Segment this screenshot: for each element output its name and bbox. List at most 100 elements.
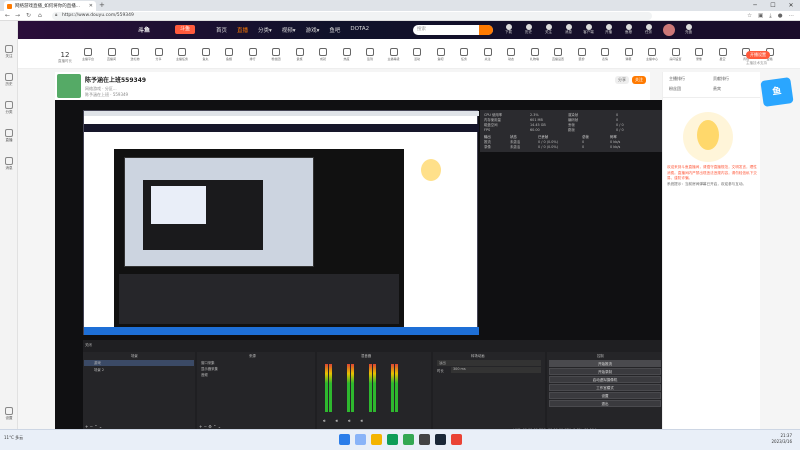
video-player[interactable]: CPU 使用率 2.3% 渲染帧 0 内存使用量 601 MB 编码帧 0 磁盘空间 14… <box>55 100 663 436</box>
shortcut-message[interactable]: 消息 <box>563 24 574 35</box>
follow-button[interactable]: 关注 <box>632 76 646 84</box>
source-item[interactable]: 音频 <box>201 372 208 377</box>
shortcut-recharge[interactable]: 充值 <box>683 24 694 35</box>
studio-mode-button[interactable]: 工作室模式 <box>549 384 661 391</box>
room-tool-item[interactable]: 直播设置 <box>550 48 566 61</box>
room-tool-item[interactable]: 主播中心 <box>644 48 660 61</box>
room-tool-item[interactable]: 主播等级 <box>386 48 402 61</box>
room-tool-item[interactable]: 送礼物 <box>127 48 143 61</box>
extensions-icon[interactable]: ▣ <box>758 12 763 20</box>
room-tool-item[interactable]: 热度 <box>339 48 355 61</box>
tab-fans[interactable]: 粉丝团 <box>669 86 681 92</box>
nav-video[interactable]: 视频▾ <box>282 26 296 34</box>
room-tool-item[interactable]: 贵族 <box>292 48 308 61</box>
obs-icon[interactable] <box>419 434 430 445</box>
home-icon[interactable]: ⌂ <box>38 12 42 19</box>
site-search-input[interactable]: 搜索 <box>413 25 493 35</box>
store-icon[interactable] <box>387 434 398 445</box>
download-icon[interactable]: ⤓ <box>769 12 771 20</box>
sidebar-item-category[interactable]: 分类 <box>0 101 18 115</box>
forward-icon[interactable]: → <box>15 12 20 19</box>
broadcast-settings-button[interactable]: 开播设置 <box>746 51 770 59</box>
menu-icon[interactable]: ⋯ <box>789 12 795 20</box>
nav-category[interactable]: 分类▾ <box>258 26 272 34</box>
room-tool-item[interactable]: 签到 <box>362 48 378 61</box>
star-icon[interactable]: ☆ <box>747 12 752 20</box>
maximize-button[interactable]: ☐ <box>764 0 782 11</box>
transition-select[interactable]: 淡出 <box>437 360 541 366</box>
browser-tab[interactable]: 网络游戏直播_如何将你的直播... ✕ <box>4 1 96 11</box>
new-tab-button[interactable]: + <box>99 1 105 9</box>
steam-icon[interactable] <box>435 434 446 445</box>
room-tool-item[interactable]: 分享 <box>151 48 167 61</box>
exit-button[interactable]: 退出 <box>549 400 661 407</box>
duration-input[interactable]: 300 ms <box>451 367 541 373</box>
room-tool-item[interactable]: 排行 <box>245 48 261 61</box>
sidebar-item-settings[interactable]: 设置 <box>0 407 18 421</box>
room-tool-item[interactable]: 直播间 <box>104 48 120 61</box>
site-logo[interactable]: 斗鱼 <box>138 25 150 34</box>
room-tool-item[interactable]: 表情 <box>597 48 613 61</box>
room-tool-item[interactable]: 弹幕 <box>621 48 637 61</box>
sidebar-item-live[interactable]: 直播 <box>0 129 18 143</box>
sidebar-item-message[interactable]: 消息 <box>0 157 18 171</box>
room-tool-item[interactable]: 关注 <box>480 48 496 61</box>
scene-item[interactable]: 场景 2 <box>84 367 194 373</box>
back-icon[interactable]: ← <box>5 12 10 19</box>
reload-icon[interactable]: ↻ <box>26 12 31 19</box>
room-tool-item[interactable]: 房间设置 <box>668 48 684 61</box>
file-explorer-icon[interactable] <box>371 434 382 445</box>
room-tool-item[interactable]: 主播任务 <box>174 48 190 61</box>
close-window-button[interactable]: ✕ <box>782 0 800 11</box>
sidebar-item-history[interactable]: 历史 <box>0 73 18 87</box>
streamer-avatar[interactable] <box>57 74 81 98</box>
nav-yuba[interactable]: 鱼吧 <box>329 26 340 34</box>
room-tool-item[interactable]: 动态 <box>503 48 519 61</box>
nav-game[interactable]: 游戏▾ <box>306 26 320 34</box>
nav-dota2[interactable]: DOTA2 <box>350 26 369 34</box>
shortcut-download[interactable]: 下载 <box>503 24 514 35</box>
support-link[interactable]: 主播技术支持 <box>746 61 770 66</box>
app-icon[interactable] <box>451 434 462 445</box>
room-tool-item[interactable]: 任务 <box>456 48 472 61</box>
start-recording-button[interactable]: 开始录制 <box>549 368 661 375</box>
profile-icon[interactable]: ● <box>778 12 783 20</box>
source-item[interactable]: 显示器采集 <box>201 366 218 371</box>
virtual-camera-button[interactable]: 启动虚拟摄像机 <box>549 376 661 383</box>
nav-live[interactable]: 直播 <box>237 26 248 34</box>
room-tool-item[interactable]: 鱼吧 <box>433 48 449 61</box>
settings-button[interactable]: 设置 <box>549 392 661 399</box>
search-icon[interactable] <box>355 434 366 445</box>
shortcut-fishfood[interactable]: 鱼粮 <box>623 24 634 35</box>
promo-badge[interactable]: 鱼 <box>760 77 794 107</box>
room-tool-item[interactable]: 装扮 <box>574 48 590 61</box>
start-streaming-button[interactable]: 开始推流 <box>549 360 661 367</box>
browser-icon[interactable] <box>403 434 414 445</box>
source-item[interactable]: 窗口采集 <box>201 360 215 365</box>
url-input[interactable]: 🔒︎ https://www.douyu.com/559349 <box>52 12 652 20</box>
room-tool-item[interactable]: 成就 <box>315 48 331 61</box>
room-tool-item[interactable]: 鱼丸 <box>198 48 214 61</box>
tab-anchor-rank[interactable]: 主播排行 <box>669 76 685 82</box>
shortcut-task[interactable]: 任务 <box>643 24 654 35</box>
tab-contrib-rank[interactable]: 贡献排行 <box>713 76 729 82</box>
nav-home[interactable]: 首页 <box>216 26 227 34</box>
close-tab-icon[interactable]: ✕ <box>89 3 93 9</box>
minimize-button[interactable]: ─ <box>746 0 764 11</box>
scene-item[interactable]: 游戏 <box>84 360 194 366</box>
share-button[interactable]: 分享 <box>615 76 629 84</box>
room-tool-item[interactable]: 鱼翅 <box>221 48 237 61</box>
volume-icons[interactable]: 🔊︎🔊︎🔊︎🔊︎ <box>323 418 373 423</box>
system-tray[interactable]: 21:37 2023/3/16 <box>771 433 792 445</box>
room-tool-item[interactable]: 礼物墙 <box>527 48 543 61</box>
shortcut-follow[interactable]: 关注 <box>543 24 554 35</box>
shortcut-client[interactable]: 客户端 <box>583 24 594 35</box>
search-icon[interactable] <box>479 25 493 35</box>
user-avatar[interactable] <box>663 24 675 36</box>
start-icon[interactable] <box>339 434 350 445</box>
room-tool-item[interactable]: 录像 <box>691 48 707 61</box>
shortcut-history[interactable]: 历史 <box>523 24 534 35</box>
room-tool-item[interactable]: 主播平台 <box>80 48 96 61</box>
room-tool-item[interactable]: 活动 <box>409 48 425 61</box>
weather-widget[interactable]: 11°C 多云 <box>4 435 23 441</box>
